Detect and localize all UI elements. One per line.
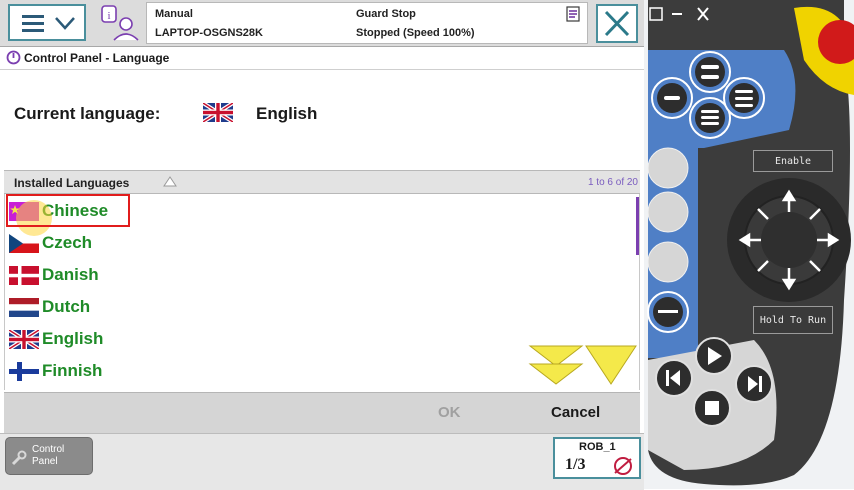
- taskbar: [0, 433, 644, 490]
- language-label: Danish: [42, 265, 99, 284]
- hold-to-run-label: Hold To Run: [753, 306, 833, 334]
- flexpendant-hardware: [644, 0, 854, 489]
- scroll-page-down-icon[interactable]: [528, 344, 584, 386]
- language-label: Czech: [42, 233, 93, 252]
- chevron-down-icon: [55, 17, 75, 30]
- language-item-dutch[interactable]: Dutch: [5, 290, 625, 322]
- menu-icon: [22, 15, 44, 18]
- current-language-value: English: [256, 104, 318, 123]
- page-title-bar: Control Panel - Language: [0, 47, 644, 70]
- page-title: Control Panel - Language: [24, 51, 170, 65]
- list-scrollbar[interactable]: [636, 197, 639, 255]
- wrench-icon: [11, 450, 27, 466]
- controller-state: Guard Stop: [356, 8, 416, 20]
- close-button[interactable]: [596, 4, 638, 43]
- installed-languages-header[interactable]: Installed Languages 1 to 6 of 20: [4, 170, 640, 194]
- taskbar-control-panel[interactable]: Control Panel: [5, 437, 93, 475]
- cancel-button[interactable]: Cancel: [551, 404, 600, 421]
- language-label: Finnish: [42, 361, 103, 380]
- list-item-count: 1 to 6 of 20: [587, 177, 638, 188]
- scroll-to-end-icon[interactable]: [584, 344, 638, 386]
- current-language-label: Current language:: [14, 104, 161, 123]
- dialog-button-bar: [4, 392, 640, 433]
- language-item-danish[interactable]: Danish: [5, 258, 625, 290]
- language-item-czech[interactable]: Czech: [5, 226, 625, 258]
- controller-name: LAPTOP-OSGNS28K: [155, 27, 263, 39]
- robot-name: ROB_1: [579, 441, 616, 453]
- language-label: English: [42, 329, 104, 348]
- operating-mode: Manual: [155, 8, 193, 20]
- netherlands-flag-icon: [9, 298, 39, 317]
- denmark-flag-icon: [9, 266, 39, 285]
- taskbar-control-panel-label: Control Panel: [32, 444, 65, 467]
- robot-fraction: 1/3: [565, 456, 586, 473]
- close-icon: [604, 10, 630, 37]
- main-menu-button[interactable]: [8, 4, 86, 41]
- finland-flag-icon: [9, 362, 39, 381]
- uk-flag-icon: [203, 103, 233, 122]
- robot-status-box[interactable]: ROB_1 1/3: [553, 437, 641, 479]
- ok-button[interactable]: OK: [438, 404, 461, 421]
- control-panel-icon: [6, 50, 21, 65]
- enable-label: Enable: [753, 150, 833, 172]
- svg-text:i: i: [107, 10, 110, 22]
- language-label: Dutch: [42, 297, 91, 316]
- speed-status: Stopped (Speed 100%): [356, 27, 475, 39]
- user-info-icon[interactable]: i: [98, 4, 140, 42]
- robot-speed-icon: [614, 457, 632, 475]
- uk-flag-icon: [9, 330, 39, 349]
- selection-highlight: [6, 194, 130, 227]
- status-panel[interactable]: Manual LAPTOP-OSGNS28K Guard Stop Stoppe…: [146, 2, 588, 44]
- sort-ascending-icon[interactable]: [163, 176, 177, 187]
- czech-flag-icon: [9, 234, 39, 253]
- status-icon[interactable]: [566, 6, 580, 22]
- list-header-label: Installed Languages: [14, 176, 130, 190]
